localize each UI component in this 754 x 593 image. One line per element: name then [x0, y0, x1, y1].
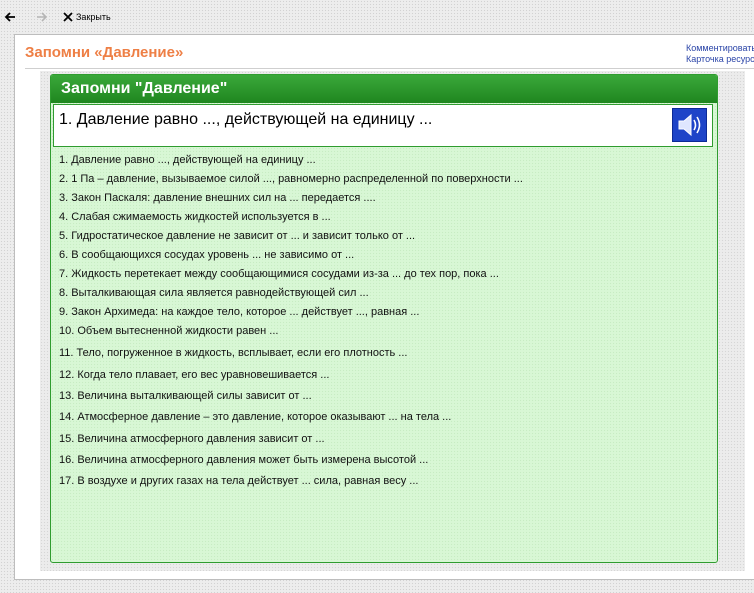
list-item[interactable]: 7. Жидкость перетекает между сообщающими…	[59, 268, 499, 280]
close-icon	[63, 12, 73, 22]
toolbar: Закрыть	[0, 0, 754, 34]
list-item[interactable]: 3. Закон Паскаля: давление внешних сил н…	[59, 192, 376, 204]
close-button[interactable]: Закрыть	[63, 10, 111, 24]
memo-panel: Запомни "Давление" 1. Давление равно ...…	[50, 74, 718, 563]
list-item[interactable]: 15. Величина атмосферного давления завис…	[59, 433, 325, 445]
side-links: Комментировать Карточка ресурса	[686, 43, 754, 65]
list-item[interactable]: 8. Выталкивающая сила является равнодейс…	[59, 287, 369, 299]
list-item[interactable]: 14. Атмосферное давление – это давление,…	[59, 411, 451, 423]
list-item[interactable]: 12. Когда тело плавает, его вес уравнове…	[59, 369, 329, 381]
list-item[interactable]: 6. В сообщающихся сосудах уровень ... не…	[59, 249, 354, 261]
arrow-right-icon	[37, 12, 48, 22]
list-item[interactable]: 17. В воздухе и других газах на тела дей…	[59, 475, 418, 487]
header-divider	[25, 68, 754, 69]
list-item[interactable]: 4. Слабая сжимаемость жидкостей использу…	[59, 211, 331, 223]
speaker-icon	[678, 113, 701, 137]
list-item[interactable]: 13. Величина выталкивающей силы зависит …	[59, 390, 312, 402]
list-item[interactable]: 11. Тело, погруженное в жидкость, всплыв…	[59, 347, 407, 359]
comment-link[interactable]: Комментировать	[686, 43, 754, 54]
list-item[interactable]: 9. Закон Архимеда: на каждое тело, котор…	[59, 306, 419, 318]
page-title: Запомни «Давление»	[25, 44, 184, 61]
list-item[interactable]: 5. Гидростатическое давление не зависит …	[59, 230, 415, 242]
sound-button[interactable]	[672, 108, 707, 142]
resource-card-link[interactable]: Карточка ресурса	[686, 54, 754, 65]
close-button-label: Закрыть	[76, 12, 111, 22]
arrow-left-icon	[4, 12, 15, 22]
list-item[interactable]: 16. Величина атмосферного давления может…	[59, 454, 428, 466]
current-question: 1. Давление равно ..., действующей на ед…	[59, 111, 433, 128]
panel-header: Запомни "Давление"	[51, 75, 717, 103]
list-item[interactable]: 10. Объем вытесненной жидкости равен ...	[59, 325, 278, 337]
current-question-box: 1. Давление равно ..., действующей на ед…	[53, 104, 713, 147]
list-item[interactable]: 2. 1 Па – давление, вызываемое силой ...…	[59, 173, 523, 185]
forward-button[interactable]	[36, 10, 50, 24]
back-button[interactable]	[4, 10, 18, 24]
list-item[interactable]: 1. Давление равно ..., действующей на ед…	[59, 154, 316, 166]
